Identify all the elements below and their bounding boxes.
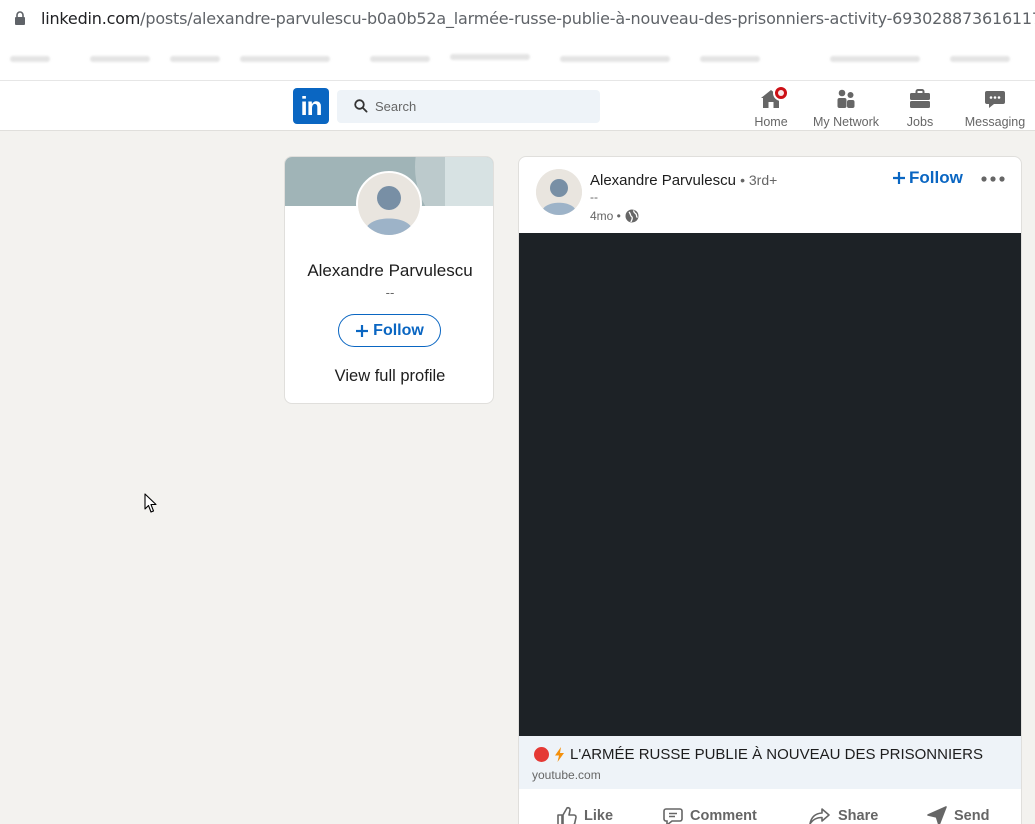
profile-follow-button[interactable]: Follow [338,314,441,347]
comment-label: Comment [690,808,757,824]
nav-home[interactable]: Home [752,85,790,131]
nav-home-label: Home [754,115,788,129]
more-options-icon[interactable] [979,167,1007,191]
share-label: Share [838,808,879,824]
post-card: Alexandre Parvulescu • 3rd+ -- 4mo • Fol… [518,156,1022,824]
post-author-name: Alexandre Parvulescu [590,172,736,189]
linkedin-navbar: in Home My Network Jobs [0,81,1035,131]
briefcase-icon [910,89,930,108]
comment-button[interactable]: Comment [662,805,757,824]
profile-name[interactable]: Alexandre Parvulescu [285,261,493,281]
mouse-cursor-icon [144,493,157,513]
send-button[interactable]: Send [926,805,989,824]
nav-jobs-label: Jobs [906,115,934,129]
post-actions: Like Comment Share Send [519,801,1021,824]
bookmarks-bar [0,36,1035,81]
share-button[interactable]: Share [808,805,878,824]
like-button[interactable]: Like [556,805,613,824]
post-time: 4mo • [590,209,621,223]
author-avatar[interactable] [536,169,582,215]
like-icon [557,806,577,824]
notification-badge [773,85,789,101]
nav-messaging-label: Messaging [964,115,1026,129]
link-domain: youtube.com [532,768,601,782]
nav-my-network-label: My Network [813,115,879,129]
post-author-headline: -- [590,190,598,204]
profile-follow-label: Follow [373,321,424,339]
profile-card: Alexandre Parvulescu -- Follow View full… [284,156,494,404]
lock-icon [15,11,25,25]
share-icon [809,808,830,824]
link-title-text: L'ARMÉE RUSSE PUBLIE À NOUVEAU DES PRISO… [570,746,983,763]
profile-headline: -- [385,285,395,300]
nav-jobs[interactable]: Jobs [904,87,936,131]
post-follow-button[interactable]: Follow [892,168,963,188]
url-path: /posts/alexandre-parvulescu-b0a0b52a_lar… [140,9,1035,28]
send-label: Send [954,808,990,824]
browser-address-bar[interactable]: linkedin.com/posts/alexandre-parvulescu-… [0,0,1035,36]
send-icon [927,806,947,824]
link-preview[interactable]: L'ARMÉE RUSSE PUBLIE À NOUVEAU DES PRISO… [519,736,1021,789]
post-meta: 4mo • [590,209,639,223]
connection-degree: • 3rd+ [740,172,778,188]
search-input[interactable] [375,90,585,123]
comment-icon [663,808,683,824]
post-follow-label: Follow [909,168,963,187]
plus-icon [893,172,905,184]
url-host: linkedin.com [41,9,141,28]
plus-icon [356,324,369,337]
globe-icon [625,209,639,223]
nav-messaging[interactable]: Messaging [962,87,1028,131]
linkedin-logo[interactable]: in [293,88,329,124]
url-text[interactable]: linkedin.com/posts/alexandre-parvulescu-… [41,9,1035,28]
search-box[interactable] [337,90,600,123]
messaging-icon [985,91,1005,108]
video-player[interactable] [519,233,1021,736]
view-full-profile-link[interactable]: View full profile [285,367,493,386]
avatar[interactable] [356,171,422,237]
search-icon [354,99,368,113]
nav-my-network[interactable]: My Network [810,87,882,131]
like-label: Like [584,808,614,824]
lightning-icon [555,747,564,762]
post-author[interactable]: Alexandre Parvulescu • 3rd+ [590,172,777,189]
red-circle-icon [534,747,549,762]
network-icon [837,89,855,108]
link-preview-title: L'ARMÉE RUSSE PUBLIE À NOUVEAU DES PRISO… [534,746,983,763]
